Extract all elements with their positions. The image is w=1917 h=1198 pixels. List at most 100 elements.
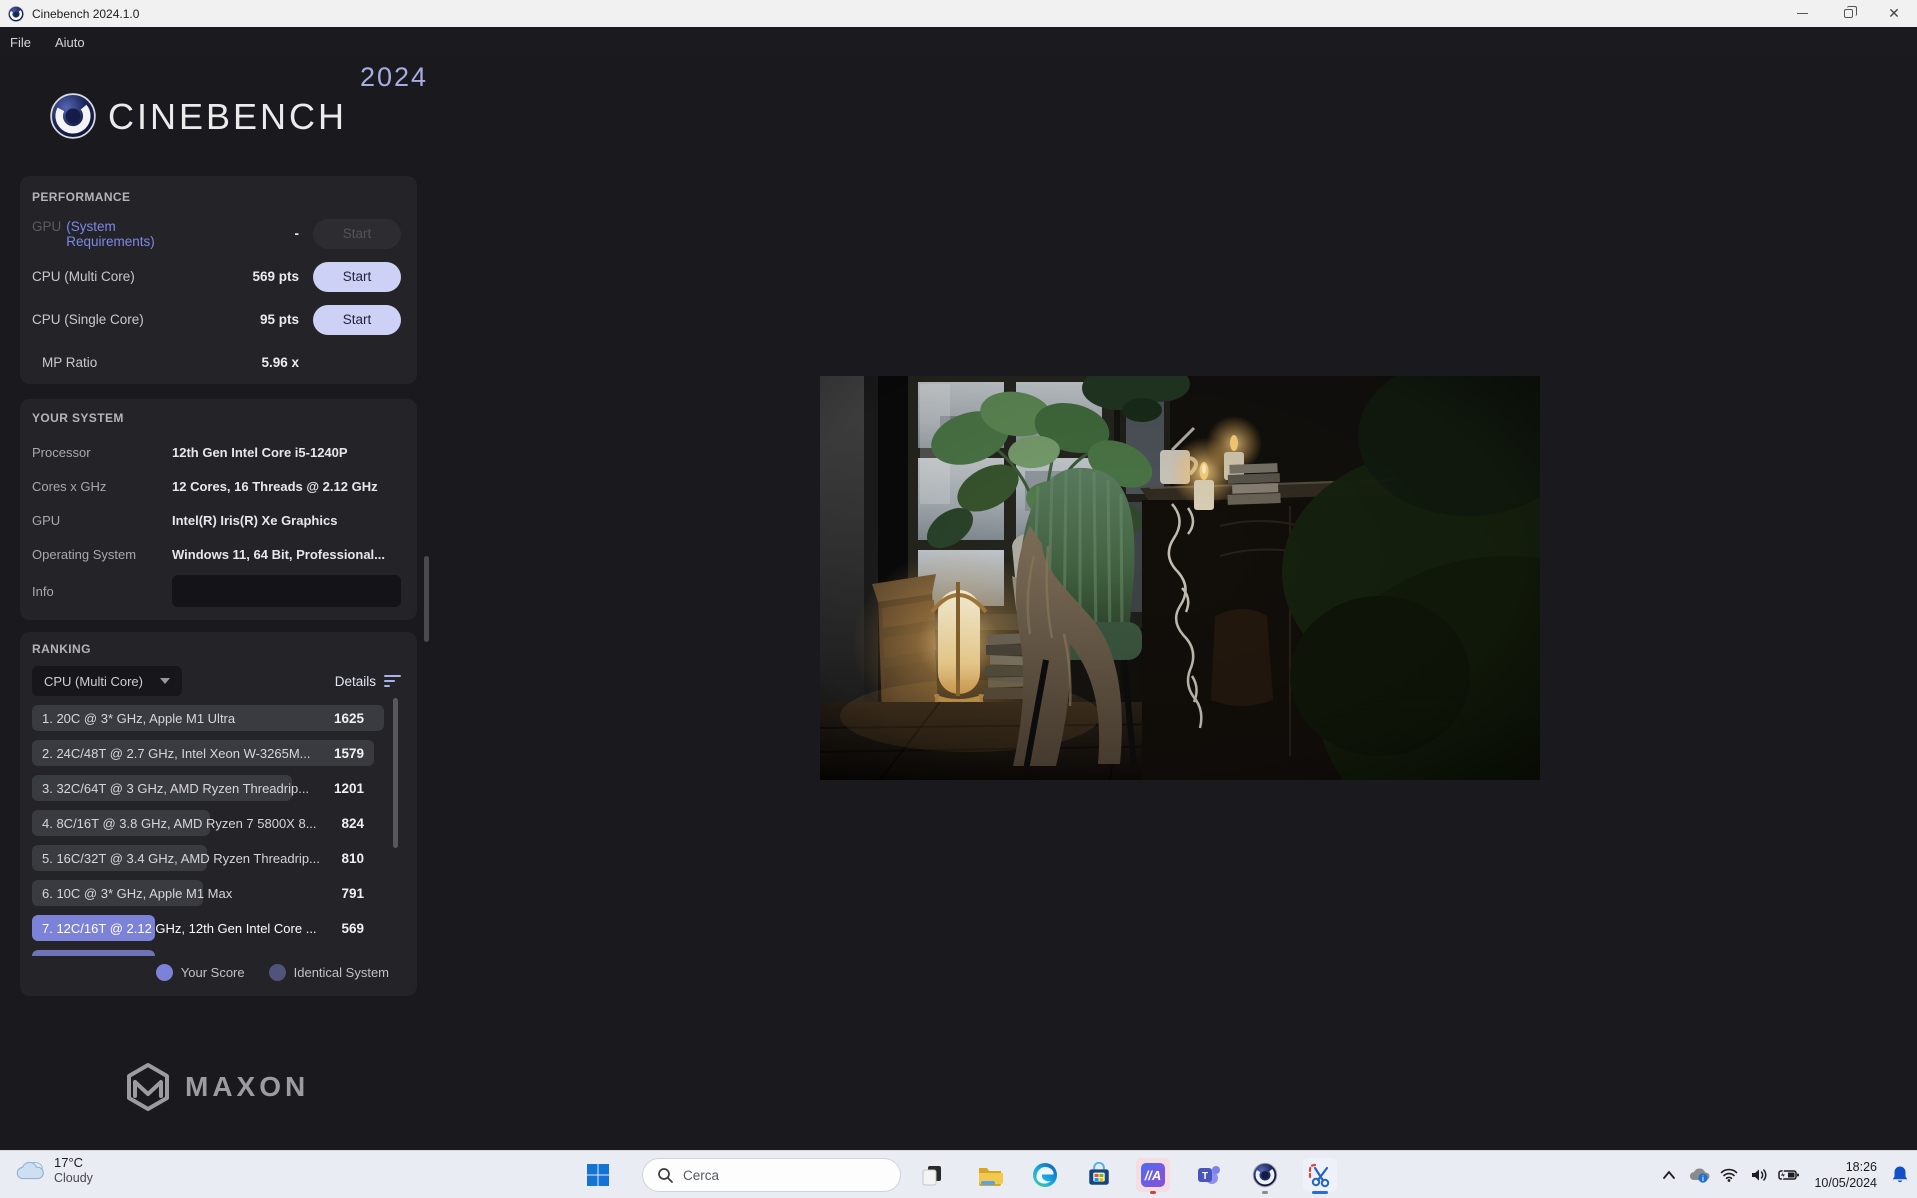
ranking-panel: RANKING CPU (Multi Core) Details 1. 20C … (20, 632, 417, 996)
details-button[interactable]: Details (335, 674, 401, 689)
app-icon (8, 6, 24, 22)
menu-file[interactable]: File (0, 27, 43, 57)
tray-onedrive[interactable]: i (1684, 1151, 1714, 1198)
tray-clock[interactable]: 18:26 10/05/2024 (1814, 1159, 1877, 1192)
app-scrollbar[interactable] (424, 556, 429, 642)
ranking-header: RANKING (32, 642, 401, 656)
maxon-app-icon: //A (1140, 1162, 1166, 1188)
brand-year: 2024 (360, 62, 428, 93)
taskbar: 17°C Cloudy (0, 1150, 1917, 1198)
edge-button[interactable] (1028, 1158, 1062, 1192)
ranking-row[interactable]: 3. 32C/64T @ 3 GHz, AMD Ryzen Threadrip.… (32, 775, 384, 801)
ranking-filter-dropdown[interactable]: CPU (Multi Core) (32, 666, 182, 696)
ranking-row[interactable]: 2. 24C/48T @ 2.7 GHz, Intel Xeon W-3265M… (32, 740, 384, 766)
maxon-cube-icon (125, 1062, 171, 1112)
ranking-row-score: 791 (341, 886, 364, 901)
microsoft-store-icon (1086, 1162, 1112, 1188)
tray-volume[interactable] (1744, 1151, 1774, 1198)
cpu-single-score: 95 pts (207, 312, 299, 327)
weather-widget[interactable]: 17°C Cloudy (14, 1155, 93, 1187)
ranking-row-score: 824 (341, 816, 364, 831)
chevron-down-icon (160, 678, 170, 684)
ranking-row-label: 6. 10C @ 3* GHz, Apple M1 Max (32, 886, 232, 901)
ranking-row-score: 1579 (334, 746, 364, 761)
tray-wifi[interactable] (1714, 1151, 1744, 1198)
tray-time: 18:26 (1814, 1159, 1877, 1175)
mp-ratio-row: MP Ratio 5.96 x (32, 341, 401, 384)
search-icon (657, 1167, 673, 1183)
chevron-up-icon (1662, 1170, 1676, 1180)
processor-value: 12th Gen Intel Core i5-1240P (172, 445, 401, 460)
ranking-row-label: 5. 16C/32T @ 3.4 GHz, AMD Ryzen Threadri… (32, 851, 320, 866)
notification-center-button[interactable] (1883, 1151, 1917, 1198)
ranking-row-score: 1625 (334, 711, 364, 726)
cinema4d-ball-icon (50, 93, 96, 139)
window-title: Cinebench 2024.1.0 (32, 7, 139, 21)
processor-label: Processor (32, 445, 172, 460)
ranking-scrollbar[interactable] (393, 698, 398, 848)
your-system-header: YOUR SYSTEM (32, 411, 401, 425)
battery-warning-icon (1778, 1168, 1800, 1182)
system-requirements-link[interactable]: (System Requirements) (66, 219, 207, 249)
active-indicator (1312, 1191, 1328, 1194)
task-view-icon (920, 1163, 944, 1187)
task-view-button[interactable] (915, 1158, 949, 1192)
details-label: Details (335, 674, 376, 689)
legend-item: Your Score (156, 964, 245, 981)
cloudy-icon (14, 1159, 46, 1183)
restore-button[interactable] (1825, 0, 1871, 27)
tray-battery[interactable] (1774, 1151, 1804, 1198)
cores-row: Cores x GHz 12 Cores, 16 Threads @ 2.12 … (32, 469, 401, 503)
ranking-row[interactable]: 6. 10C @ 3* GHz, Apple M1 Max 791 (32, 880, 384, 906)
start-button[interactable] (581, 1158, 615, 1192)
onedrive-cloud-icon: i (1688, 1167, 1710, 1183)
microsoft-store-button[interactable] (1082, 1158, 1116, 1192)
weather-condition: Cloudy (54, 1171, 93, 1187)
legend-dot (156, 964, 173, 981)
cores-label: Cores x GHz (32, 479, 172, 494)
ranking-row[interactable]: 5. 16C/32T @ 3.4 GHz, AMD Ryzen Threadri… (32, 845, 384, 871)
ranking-row[interactable]: 1. 20C @ 3* GHz, Apple M1 Ultra1625 (32, 705, 384, 731)
search-input[interactable] (683, 1168, 863, 1183)
teams-button[interactable]: T (1192, 1158, 1226, 1192)
snipping-tool-button[interactable] (1303, 1158, 1337, 1192)
gpu-info-row: GPU Intel(R) Iris(R) Xe Graphics (32, 503, 401, 537)
tray-date: 10/05/2024 (1814, 1175, 1877, 1191)
gpu-info-value: Intel(R) Iris(R) Xe Graphics (172, 513, 401, 528)
legend-dot (269, 964, 286, 981)
mp-ratio-label: MP Ratio (42, 355, 97, 370)
minimize-button[interactable] (1779, 0, 1825, 27)
close-button[interactable]: ✕ (1871, 0, 1917, 27)
info-input[interactable] (172, 575, 401, 607)
gpu-start-button[interactable]: Start (313, 219, 401, 249)
maxon-text: MAXON (185, 1071, 309, 1103)
cpu-multi-start-button[interactable]: Start (313, 262, 401, 292)
tray-chevron-up[interactable] (1654, 1151, 1684, 1198)
os-value: Windows 11, 64 Bit, Professional... (172, 547, 401, 562)
file-explorer-button[interactable] (973, 1158, 1007, 1192)
maxon-app-button[interactable]: //A (1136, 1158, 1170, 1192)
weather-temp: 17°C (54, 1155, 93, 1171)
svg-text:i: i (1702, 1176, 1704, 1183)
ranking-row[interactable]: 7. 12C/16T @ 2.12 GHz, 12th Gen Intel Co… (32, 915, 384, 941)
ranking-list: 1. 20C @ 3* GHz, Apple M1 Ultra1625 2. 24… (32, 705, 384, 956)
ranking-row-score: 1201 (334, 781, 364, 796)
cpu-multi-label: CPU (Multi Core) (32, 269, 135, 284)
cpu-single-label: CPU (Single Core) (32, 312, 144, 327)
file-explorer-icon (977, 1162, 1003, 1188)
ranking-row[interactable] (32, 950, 384, 956)
cpu-single-start-button[interactable]: Start (313, 305, 401, 335)
ranking-row-label: 3. 32C/64T @ 3 GHz, AMD Ryzen Threadrip.… (32, 781, 309, 796)
menu-help[interactable]: Aiuto (43, 27, 97, 57)
screen: Cinebench 2024.1.0 ✕ File Aiuto CINEBENC… (0, 0, 1917, 1198)
ranking-row[interactable]: 4. 8C/16T @ 3.8 GHz, AMD Ryzen 7 5800X 8… (32, 810, 384, 836)
sort-filter-icon (384, 675, 401, 687)
os-label: Operating System (32, 547, 172, 562)
score-bar (32, 950, 155, 956)
gpu-score: - (207, 226, 299, 241)
mp-ratio-value: 5.96 x (207, 355, 299, 370)
wifi-icon (1720, 1168, 1738, 1182)
taskbar-search[interactable] (642, 1158, 901, 1192)
cinema4d-taskbar-icon (1252, 1162, 1278, 1188)
cinebench-taskbar-button[interactable] (1248, 1158, 1282, 1192)
